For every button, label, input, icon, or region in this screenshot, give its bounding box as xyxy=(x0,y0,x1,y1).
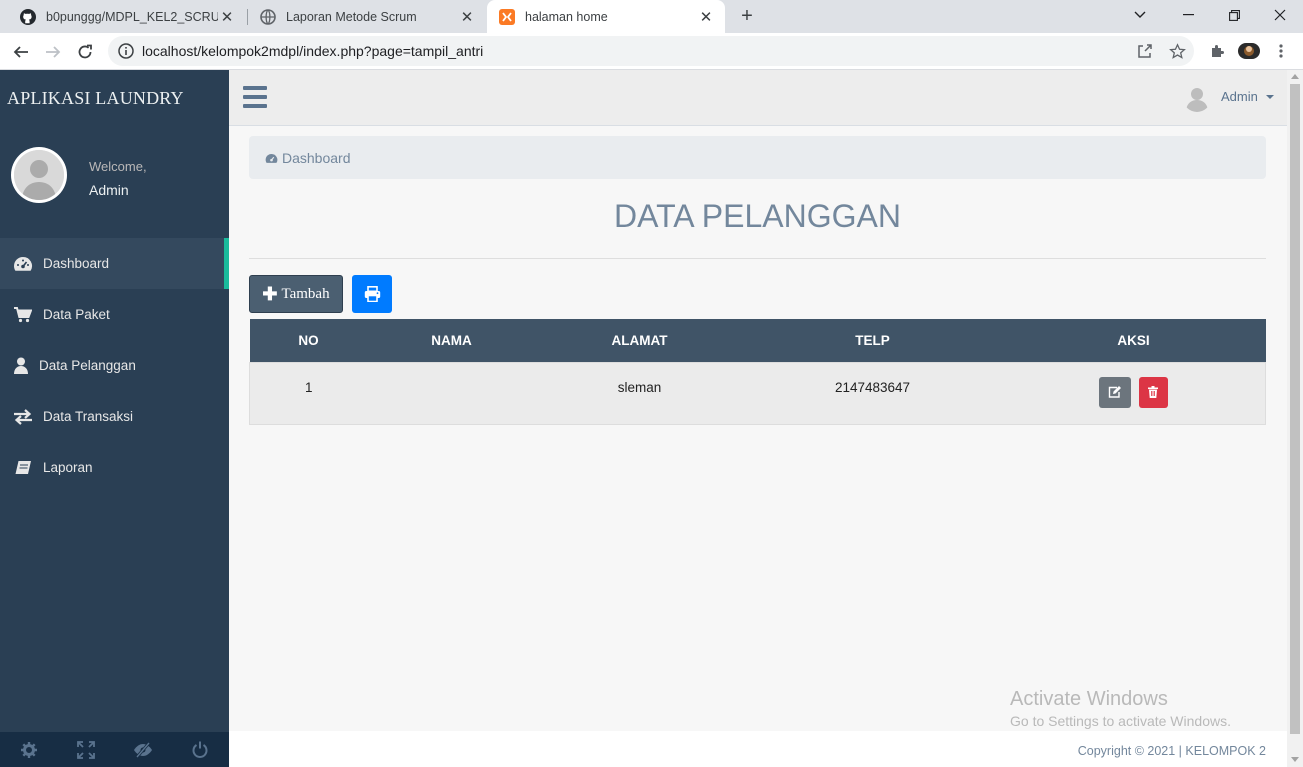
dashboard-icon xyxy=(265,151,278,164)
sidebar-item-laporan[interactable]: Laporan xyxy=(0,442,229,493)
new-tab-button[interactable]: + xyxy=(736,5,758,27)
divider xyxy=(249,258,1266,259)
activate-windows-watermark: Activate Windows Go to Settings to activ… xyxy=(1010,688,1231,729)
page-footer: Copyright © 2021 | KELOMPOK 2 xyxy=(229,731,1287,767)
back-icon[interactable] xyxy=(8,39,34,65)
watermark-subtitle: Go to Settings to activate Windows. xyxy=(1010,713,1231,729)
column-header-alamat: ALAMAT xyxy=(611,332,668,348)
tab-halaman-home[interactable]: halaman home ✕ xyxy=(487,0,725,33)
trash-icon xyxy=(1148,386,1159,398)
address-bar[interactable]: localhost/kelompok2mdpl/index.php?page=t… xyxy=(108,36,1194,66)
avatar xyxy=(11,147,67,203)
cell-aksi xyxy=(1002,362,1266,424)
menu-toggle-icon[interactable] xyxy=(243,86,267,108)
browser-toolbar: localhost/kelompok2mdpl/index.php?page=t… xyxy=(0,33,1303,70)
cell-nama xyxy=(368,362,536,424)
sidebar-item-label: Dashboard xyxy=(43,256,110,271)
column-header-no: NO xyxy=(298,332,319,348)
print-button[interactable] xyxy=(352,275,392,313)
sidebar: APLIKASI LAUNDRY Welcome, Admin Dashboar… xyxy=(0,70,229,767)
delete-button[interactable] xyxy=(1138,376,1168,408)
tab-title: Laporan Metode Scrum xyxy=(286,9,417,24)
add-button[interactable]: ✚ Tambah xyxy=(249,275,343,313)
print-icon xyxy=(364,286,380,302)
cell-no: 1 xyxy=(304,379,313,395)
browser-menu-icon[interactable] xyxy=(1269,39,1293,63)
welcome-username: Admin xyxy=(89,182,129,198)
breadcrumb-item[interactable]: Dashboard xyxy=(282,150,351,166)
tab-title: halaman home xyxy=(525,9,608,24)
customer-table: NO NAMA ALAMAT TELP AKSI 1 sleman 214748… xyxy=(249,319,1266,425)
watermark-title: Activate Windows xyxy=(1010,688,1168,710)
power-off-icon[interactable] xyxy=(172,732,229,767)
sidebar-item-dashboard[interactable]: Dashboard xyxy=(0,238,229,289)
reload-icon[interactable] xyxy=(72,39,98,65)
fullscreen-icon[interactable] xyxy=(57,732,114,767)
cart-icon xyxy=(13,306,33,324)
scroll-down-icon[interactable] xyxy=(1291,757,1299,762)
column-header-aksi: AKSI xyxy=(1117,332,1150,348)
sidebar-item-label: Data Transaksi xyxy=(43,409,134,424)
sidebar-menu: Dashboard Data Paket Data Pelanggan Data… xyxy=(0,238,229,493)
top-navbar: Admin xyxy=(229,70,1287,126)
window-close-icon[interactable] xyxy=(1257,0,1303,30)
user-dropdown[interactable]: Admin xyxy=(1221,89,1258,104)
sidebar-item-label: Data Paket xyxy=(43,307,110,322)
breadcrumb: Dashboard xyxy=(249,136,1266,179)
book-icon xyxy=(13,459,33,477)
tab-github[interactable]: b0punggg/MDPL_KEL2_SCRUM ✕ xyxy=(8,0,246,33)
cell-telp: 2147483647 xyxy=(834,379,911,395)
copyright-text: Copyright © 2021 | KELOMPOK 2 xyxy=(1077,744,1266,758)
globe-icon xyxy=(260,8,276,25)
close-icon[interactable]: ✕ xyxy=(458,8,476,26)
minimize-icon[interactable] xyxy=(1165,0,1211,30)
scrollbar-thumb[interactable] xyxy=(1290,84,1300,734)
edit-icon xyxy=(1109,386,1122,398)
app-brand[interactable]: APLIKASI LAUNDRY xyxy=(7,88,184,109)
profile-avatar-icon[interactable] xyxy=(1237,39,1261,63)
settings-gear-icon[interactable] xyxy=(0,732,57,767)
sidebar-item-data-paket[interactable]: Data Paket xyxy=(0,289,229,340)
edit-button[interactable] xyxy=(1098,376,1131,408)
sidebar-item-label: Data Pelanggan xyxy=(39,358,136,373)
page-title: DATA PELANGGAN xyxy=(614,198,901,234)
browser-tab-strip: b0punggg/MDPL_KEL2_SCRUM ✕ Laporan Metod… xyxy=(0,0,1303,33)
user-silhouette-icon xyxy=(14,150,64,200)
close-icon[interactable]: ✕ xyxy=(697,8,715,26)
sidebar-item-label: Laporan xyxy=(43,460,93,475)
sidebar-item-data-transaksi[interactable]: Data Transaksi xyxy=(0,391,229,442)
caret-down-icon[interactable] xyxy=(1266,95,1274,99)
table-header-row: NO NAMA ALAMAT TELP AKSI xyxy=(249,319,1266,362)
cell-alamat: sleman xyxy=(617,379,662,395)
forward-icon[interactable] xyxy=(40,39,66,65)
vertical-scrollbar[interactable] xyxy=(1287,70,1303,767)
bookmark-star-icon[interactable] xyxy=(1165,39,1189,63)
sidebar-footer xyxy=(0,732,229,767)
tab-laporan[interactable]: Laporan Metode Scrum ✕ xyxy=(248,0,486,33)
tab-search-icon[interactable] xyxy=(1117,0,1163,30)
share-icon[interactable] xyxy=(1133,39,1157,63)
column-header-telp: TELP xyxy=(855,332,890,348)
xampp-icon xyxy=(499,8,515,25)
site-info-icon[interactable] xyxy=(118,43,134,59)
github-icon xyxy=(20,8,36,25)
column-header-nama: NAMA xyxy=(431,332,472,348)
table-row: 1 sleman 2147483647 xyxy=(249,362,1266,424)
sidebar-item-data-pelanggan[interactable]: Data Pelanggan xyxy=(0,340,229,391)
url-text: localhost/kelompok2mdpl/index.php?page=t… xyxy=(142,43,484,59)
plus-icon: ✚ xyxy=(262,284,278,304)
exchange-icon xyxy=(13,408,33,426)
dashboard-icon xyxy=(13,255,33,273)
welcome-label: Welcome, xyxy=(89,159,147,174)
tab-title: b0punggg/MDPL_KEL2_SCRUM xyxy=(46,9,218,24)
restore-icon[interactable] xyxy=(1211,0,1257,30)
user-silhouette-icon xyxy=(1183,84,1211,112)
scroll-up-icon[interactable] xyxy=(1291,74,1299,79)
add-button-label: Tambah xyxy=(281,285,330,302)
eye-slash-icon[interactable] xyxy=(115,732,172,767)
user-icon xyxy=(11,357,31,375)
extensions-icon[interactable] xyxy=(1205,39,1229,63)
close-icon[interactable]: ✕ xyxy=(218,8,236,26)
user-avatar[interactable] xyxy=(1183,84,1211,112)
